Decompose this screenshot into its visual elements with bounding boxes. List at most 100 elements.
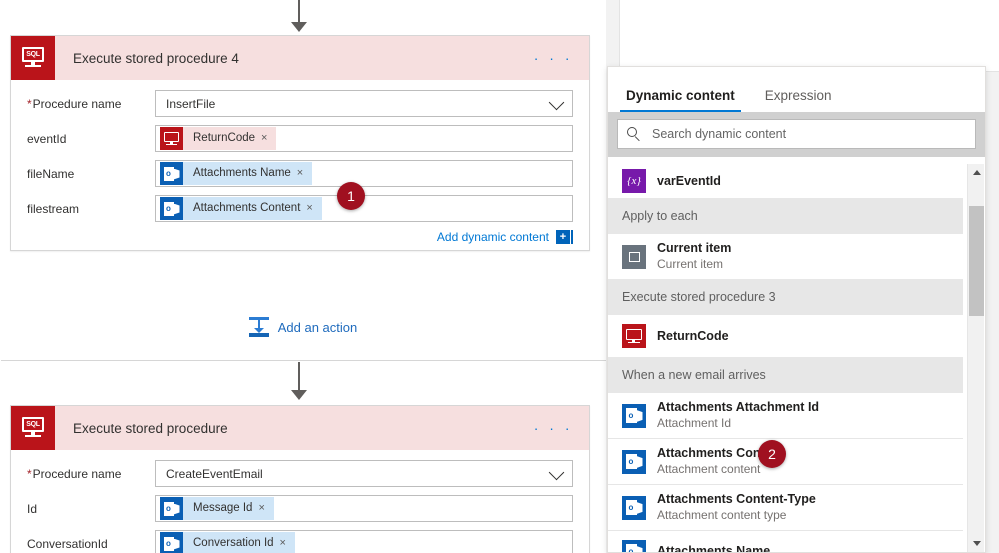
token-label: Message Id × <box>183 497 274 520</box>
add-action-icon <box>248 317 269 337</box>
callout-badge-2: 2 <box>758 440 786 468</box>
tab-dynamic-content[interactable]: Dynamic content <box>620 88 741 112</box>
add-dynamic-content-label: Add dynamic content <box>436 230 549 244</box>
cursor-bar <box>571 230 573 244</box>
token-remove-icon[interactable]: × <box>280 537 286 549</box>
token-remove-icon[interactable]: × <box>261 132 267 144</box>
outlook-icon: o <box>160 532 183 553</box>
card-header[interactable]: SQL Execute stored procedure 4 · · · <box>11 36 589 80</box>
procedure-name-dropdown-2[interactable]: CreateEventEmail <box>155 460 573 487</box>
list-item-title: Attachments Attachment Id <box>657 400 820 414</box>
sql-icon-label: SQL <box>22 417 44 432</box>
chevron-down-icon[interactable] <box>548 94 565 110</box>
field-label: *Procedure name <box>27 96 122 111</box>
token-remove-icon[interactable]: × <box>258 502 264 514</box>
list-item[interactable]: o Attachments Content Attachment content <box>608 439 963 485</box>
chevron-down-icon[interactable] <box>548 464 565 480</box>
field-row-procedure-name-2: *Procedure name CreateEventEmail <box>27 460 573 487</box>
list-item-title: Attachments Name <box>657 544 771 552</box>
token-returncode[interactable]: ReturnCode × <box>160 127 277 150</box>
token-remove-icon[interactable]: × <box>306 202 312 214</box>
card-title: Execute stored procedure <box>73 420 228 436</box>
scrollbar-thumb[interactable] <box>969 206 984 316</box>
card-body: *Procedure name CreateEventEmail Id o Me… <box>11 450 589 553</box>
card-title: Execute stored procedure 4 <box>73 50 239 66</box>
outlook-icon: o <box>622 449 646 474</box>
callout-badge-1: 1 <box>337 182 365 210</box>
search-placeholder: Search dynamic content <box>652 127 787 141</box>
list-group-header: Execute stored procedure 3 <box>608 279 963 315</box>
eventid-input[interactable]: ReturnCode × <box>155 125 573 152</box>
outlook-icon: o <box>622 403 646 428</box>
token-label: Attachments Name × <box>183 162 313 185</box>
sql-icon <box>622 324 646 348</box>
card-header[interactable]: SQL Execute stored procedure · · · <box>11 406 589 450</box>
plus-icon[interactable]: + <box>556 230 570 244</box>
token-label: Attachments Content × <box>183 197 322 220</box>
outlook-icon: o <box>622 495 646 520</box>
tab-expression[interactable]: Expression <box>759 88 838 112</box>
token-conversation-id[interactable]: o Conversation Id × <box>160 532 295 553</box>
token-message-id[interactable]: o Message Id × <box>160 497 274 520</box>
conversationid-input[interactable]: o Conversation Id × <box>155 530 573 553</box>
list-item[interactable]: ReturnCode <box>608 315 963 357</box>
token-label: ReturnCode × <box>183 127 277 150</box>
list-item-subtitle: Attachment Id <box>657 416 732 430</box>
field-label: *Procedure name <box>27 466 122 481</box>
procedure-name-dropdown[interactable]: InsertFile <box>155 90 573 117</box>
list-item[interactable]: o Attachments Name <box>608 531 963 552</box>
workflow-designer-canvas: SQL Execute stored procedure 4 · · · *Pr… <box>0 0 606 553</box>
list-item[interactable]: o Attachments Content-Type Attachment co… <box>608 485 963 531</box>
list-item-title: Attachments Content-Type <box>657 492 816 506</box>
list-item-title: ReturnCode <box>657 328 729 343</box>
field-label: filestream <box>27 201 80 216</box>
search-icon <box>627 126 642 142</box>
scope-edge <box>0 0 1 361</box>
scroll-down-arrow[interactable] <box>968 535 985 552</box>
list-item[interactable]: o Attachments Attachment Id Attachment I… <box>608 393 963 439</box>
field-row-filestream: filestream o Attachments Content × <box>27 195 573 222</box>
card-menu-button[interactable]: · · · <box>534 421 573 435</box>
token-label: Conversation Id × <box>183 532 295 553</box>
token-remove-icon[interactable]: × <box>297 167 303 179</box>
token-attachments-content[interactable]: o Attachments Content × <box>160 197 322 220</box>
field-label: ConversationId <box>27 536 108 551</box>
field-label: eventId <box>27 131 67 146</box>
field-row-eventid: eventId ReturnCode × <box>27 125 573 152</box>
list-item-title: varEventId <box>657 173 721 188</box>
dynamic-content-scrollbar[interactable] <box>967 164 984 552</box>
sql-icon: SQL <box>11 36 55 80</box>
add-an-action-button[interactable]: Add an action <box>0 315 606 339</box>
search-dynamic-content-input[interactable]: Search dynamic content <box>617 119 976 149</box>
outlook-icon: o <box>622 539 646 552</box>
card-menu-button[interactable]: · · · <box>534 51 573 65</box>
variable-icon-label: {x} <box>627 175 641 187</box>
field-row-filename: fileName o Attachments Name × <box>27 160 573 187</box>
dynamic-content-scroll-area: {x} varEventId Apply to each Current ite… <box>608 164 963 552</box>
action-card-execute-stored-procedure-4[interactable]: SQL Execute stored procedure 4 · · · *Pr… <box>10 35 590 251</box>
list-item[interactable]: {x} varEventId <box>608 164 963 198</box>
dynamic-content-tabs: Dynamic content Expression <box>608 67 985 112</box>
connector-arrow-middle <box>291 390 307 400</box>
list-item[interactable]: Current item Current item <box>608 234 963 279</box>
add-an-action-label: Add an action <box>277 319 358 335</box>
background-panel-card <box>619 0 999 72</box>
scope-divider <box>0 360 606 361</box>
field-label: Id <box>27 501 38 516</box>
procedure-name-value: InsertFile <box>166 96 216 111</box>
id-input[interactable]: o Message Id × <box>155 495 573 522</box>
field-label: fileName <box>27 166 75 181</box>
procedure-name-value: CreateEventEmail <box>166 466 263 481</box>
token-attachments-name[interactable]: o Attachments Name × <box>160 162 313 185</box>
scroll-up-arrow[interactable] <box>968 164 985 181</box>
filename-input[interactable]: o Attachments Name × <box>155 160 573 187</box>
add-dynamic-content-link[interactable]: Add dynamic content + <box>27 230 573 244</box>
field-row-procedure-name: *Procedure name InsertFile <box>27 90 573 117</box>
sql-icon <box>160 127 183 150</box>
list-group-header: When a new email arrives <box>608 357 963 393</box>
required-asterisk: * <box>27 96 32 111</box>
action-card-execute-stored-procedure[interactable]: SQL Execute stored procedure · · · *Proc… <box>10 405 590 553</box>
dynamic-content-panel[interactable]: Dynamic content Expression Search dynami… <box>607 66 986 553</box>
field-row-id: Id o Message Id × <box>27 495 573 522</box>
search-bar-container: Search dynamic content <box>608 112 985 157</box>
